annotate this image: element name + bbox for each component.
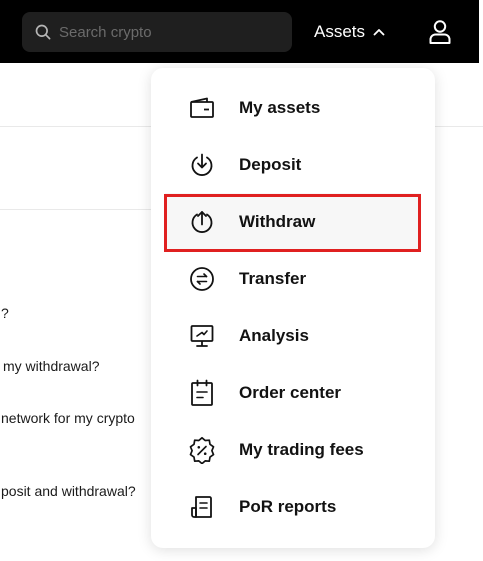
menu-item-withdraw[interactable]: Withdraw (165, 193, 421, 250)
menu-item-label: My trading fees (239, 439, 364, 459)
menu-item-label: Deposit (239, 154, 302, 174)
menu-item-label: Order center (239, 382, 342, 402)
trading-fees-icon (187, 435, 217, 465)
order-center-icon (187, 378, 217, 408)
analysis-icon (187, 321, 217, 351)
faq-item[interactable]: my withdrawal? (3, 358, 99, 374)
por-reports-icon (187, 492, 217, 522)
assets-menu-button[interactable]: Assets (314, 20, 385, 44)
assets-dropdown-menu: My assets Deposit Withdraw Transfer Anal… (151, 68, 435, 548)
withdraw-icon (187, 207, 217, 237)
chevron-up-icon (373, 28, 385, 36)
faq-item[interactable]: posit and withdrawal? (1, 483, 136, 499)
menu-item-label: Withdraw (239, 211, 316, 231)
menu-item-analysis[interactable]: Analysis (165, 307, 421, 364)
divider (0, 209, 160, 210)
menu-item-label: My assets (239, 97, 321, 117)
search-box[interactable] (22, 12, 292, 52)
menu-item-deposit[interactable]: Deposit (165, 136, 421, 193)
top-navigation-bar: Assets (0, 0, 483, 63)
menu-item-label: Analysis (239, 325, 309, 345)
menu-item-label: PoR reports (239, 496, 337, 516)
menu-item-my-trading-fees[interactable]: My trading fees (165, 421, 421, 478)
window-edge (479, 0, 483, 63)
wallet-icon (187, 93, 217, 123)
menu-item-transfer[interactable]: Transfer (165, 250, 421, 307)
menu-item-label: Transfer (239, 268, 307, 288)
menu-item-order-center[interactable]: Order center (165, 364, 421, 421)
menu-item-por-reports[interactable]: PoR reports (165, 478, 421, 535)
deposit-icon (187, 150, 217, 180)
faq-item[interactable]: ? (1, 305, 9, 321)
search-icon (35, 24, 51, 40)
transfer-icon (187, 264, 217, 294)
faq-item[interactable]: network for my crypto (1, 410, 135, 426)
user-icon[interactable] (426, 18, 454, 46)
assets-label: Assets (314, 22, 366, 41)
search-input[interactable] (59, 23, 279, 41)
menu-item-my-assets[interactable]: My assets (165, 79, 421, 136)
